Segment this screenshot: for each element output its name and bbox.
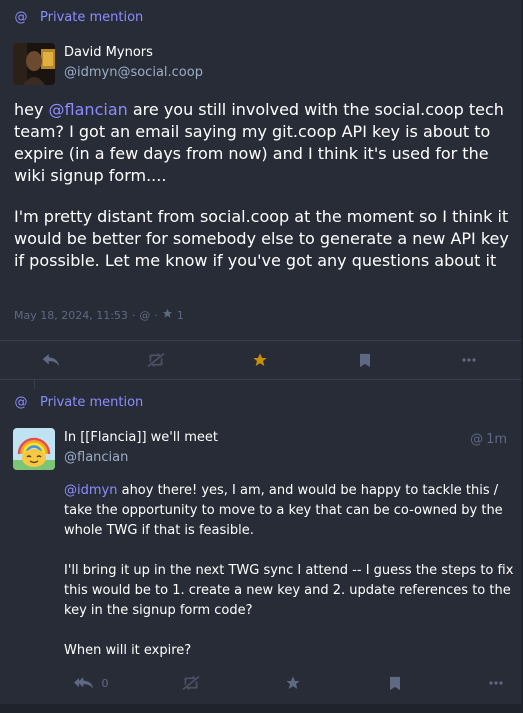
separator: ·: [154, 308, 158, 322]
at-icon: @: [14, 10, 28, 25]
content-paragraph: I'll bring it up in the next TWG sync I …: [64, 563, 514, 618]
visibility-icon: @: [470, 432, 484, 447]
time-label: 1m: [486, 432, 507, 447]
status-content: @idmyn ahoy there! yes, I am, and would …: [64, 481, 514, 681]
content-paragraph: When will it expire?: [64, 643, 192, 658]
author-handle[interactable]: @flancian: [64, 450, 128, 465]
text: hey: [14, 100, 49, 119]
more-button[interactable]: [449, 341, 489, 379]
avatar[interactable]: [13, 428, 55, 470]
status-content: hey @flancian are you still involved wit…: [14, 99, 514, 291]
relative-time[interactable]: @ 1m: [470, 432, 507, 447]
content-paragraph: hey @flancian are you still involved wit…: [14, 99, 514, 187]
visibility-label: Private mention: [40, 10, 144, 25]
star-icon: [285, 675, 301, 691]
reply-count: 0: [101, 676, 109, 690]
bookmark-button[interactable]: [375, 664, 415, 702]
mention-link[interactable]: @idmyn: [64, 483, 117, 498]
author-display-name[interactable]: In [[Flancia]] we'll meet: [64, 430, 218, 445]
content-paragraph: I'm pretty distant from social.coop at t…: [14, 207, 509, 270]
boost-button[interactable]: [171, 664, 211, 702]
visibility-line: @ Private mention: [14, 395, 144, 410]
status-post-1: @ Private mention David Mynors @idmyn@so…: [0, 0, 523, 340]
reply-button[interactable]: [31, 341, 71, 379]
content-paragraph: @idmyn ahoy there! yes, I am, and would …: [64, 481, 514, 541]
status-action-bar: [0, 340, 521, 380]
ellipsis-icon: [489, 681, 503, 685]
star-icon: [252, 352, 268, 368]
ellipsis-icon: [462, 358, 476, 362]
timestamp-link[interactable]: May 18, 2024, 11:53: [14, 309, 128, 322]
author-handle[interactable]: @idmyn@social.coop: [64, 65, 203, 80]
reply-all-button[interactable]: 0: [66, 664, 116, 702]
reply-all-icon: [73, 675, 94, 691]
more-button[interactable]: [476, 664, 516, 702]
boost-disabled-icon: [181, 675, 201, 691]
visibility-label: Private mention: [40, 395, 144, 410]
favourite-count: 1: [176, 308, 184, 322]
star-small-icon: [162, 308, 173, 322]
separator: ·: [131, 308, 136, 322]
text: ahoy there! yes, I am, and would be happ…: [64, 483, 503, 538]
status-meta: May 18, 2024, 11:53 · @ · 1: [14, 308, 184, 322]
favourite-button[interactable]: [273, 664, 313, 702]
bookmark-icon: [389, 676, 401, 691]
author-display-name[interactable]: David Mynors: [64, 45, 153, 60]
mention-link[interactable]: @flancian: [49, 100, 128, 119]
bookmark-icon: [359, 353, 371, 368]
visibility-icon: @: [139, 308, 151, 322]
at-icon: @: [14, 395, 28, 410]
bookmark-button[interactable]: [345, 341, 385, 379]
visibility-line: @ Private mention: [14, 10, 144, 25]
avatar[interactable]: [13, 43, 55, 85]
bottom-divider: [0, 704, 523, 713]
reply-icon: [42, 352, 60, 368]
favourite-button[interactable]: [240, 341, 280, 379]
boost-disabled-icon: [146, 352, 166, 368]
boost-button[interactable]: [136, 341, 176, 379]
